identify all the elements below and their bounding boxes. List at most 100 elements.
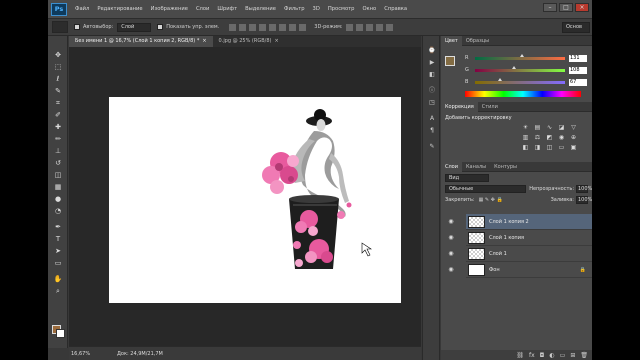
green-thumb[interactable] bbox=[512, 65, 516, 69]
navigator-icon[interactable]: ◳ bbox=[427, 98, 437, 107]
lock-icons[interactable]: ▦ ✎ ✥ 🔒 bbox=[479, 197, 503, 203]
new-group-icon[interactable]: ▭ bbox=[560, 352, 566, 359]
background-color-swatch[interactable] bbox=[56, 329, 65, 338]
pen-tool-icon[interactable]: ✒ bbox=[52, 222, 64, 232]
dodge-tool-icon[interactable]: ◔ bbox=[52, 206, 64, 216]
3d-slide-icon[interactable] bbox=[375, 23, 383, 31]
red-slider[interactable]: R 131 bbox=[465, 53, 589, 62]
visibility-eye-icon[interactable]: ◉ bbox=[446, 249, 456, 259]
actions-icon[interactable]: ▶ bbox=[427, 58, 437, 67]
opacity-field[interactable]: 100% bbox=[576, 184, 592, 193]
link-layers-icon[interactable]: ⛓ bbox=[516, 352, 524, 359]
new-layer-icon[interactable]: ⊞ bbox=[570, 352, 575, 359]
color-balance-icon[interactable]: ⚖ bbox=[533, 134, 542, 142]
workspace-dropdown[interactable]: Основ bbox=[562, 22, 590, 33]
layer-style-icon[interactable]: fx bbox=[529, 352, 535, 359]
blue-value[interactable]: 67 bbox=[569, 78, 587, 86]
posterize-icon[interactable]: ◨ bbox=[533, 144, 542, 152]
layer-filter-dropdown[interactable]: Вид bbox=[445, 173, 489, 182]
tab-swatches[interactable]: Образцы bbox=[462, 36, 493, 46]
photo-filter-icon[interactable]: ◉ bbox=[557, 134, 566, 142]
3d-pan-icon[interactable] bbox=[365, 23, 373, 31]
green-slider[interactable]: G 108 bbox=[465, 65, 589, 74]
fg-color-chip[interactable] bbox=[445, 56, 455, 66]
visibility-eye-icon[interactable]: ◉ bbox=[446, 233, 456, 243]
layer-row[interactable]: ◉ Слой 1 bbox=[448, 246, 592, 262]
properties-icon[interactable]: ◧ bbox=[427, 70, 437, 79]
crop-tool-icon[interactable]: ⌗ bbox=[52, 98, 64, 108]
layer-name[interactable]: Слой 1 копия bbox=[489, 235, 524, 241]
document-canvas[interactable] bbox=[109, 97, 401, 303]
visibility-eye-icon[interactable]: ◉ bbox=[446, 217, 456, 227]
visibility-eye-icon[interactable]: ◉ bbox=[446, 265, 456, 275]
close-button[interactable]: × bbox=[575, 3, 589, 12]
add-mask-icon[interactable]: ◘ bbox=[540, 352, 545, 359]
tool-preset-picker[interactable] bbox=[52, 21, 68, 33]
healing-tool-icon[interactable]: ✚ bbox=[52, 122, 64, 132]
zoom-tool-icon[interactable]: ⌕ bbox=[52, 286, 64, 296]
brush-tool-icon[interactable]: ✏ bbox=[52, 134, 64, 144]
tab-paths[interactable]: Контуры bbox=[490, 162, 521, 172]
green-track[interactable] bbox=[475, 65, 565, 72]
paragraph-icon[interactable]: ¶ bbox=[427, 126, 437, 135]
color-swatch-pair[interactable] bbox=[445, 56, 459, 71]
tab-styles[interactable]: Стили bbox=[478, 102, 502, 112]
blend-mode-dropdown[interactable]: Обычные bbox=[445, 184, 527, 193]
color-spectrum[interactable] bbox=[465, 91, 581, 97]
type-tool-icon[interactable]: T bbox=[52, 234, 64, 244]
menu-3d[interactable]: 3D bbox=[309, 6, 324, 12]
lasso-tool-icon[interactable]: ℓ bbox=[52, 74, 64, 84]
red-thumb[interactable] bbox=[520, 53, 524, 57]
align-bottom-icon[interactable] bbox=[249, 23, 257, 31]
tab-layers[interactable]: Слои bbox=[441, 161, 462, 172]
layer-name[interactable]: Фон bbox=[489, 267, 500, 273]
menu-window[interactable]: Окно bbox=[358, 6, 380, 12]
tab-color[interactable]: Цвет bbox=[441, 35, 462, 46]
align-top-icon[interactable] bbox=[229, 23, 237, 31]
green-value[interactable]: 108 bbox=[569, 66, 587, 74]
menu-filter[interactable]: Фильтр bbox=[280, 6, 309, 12]
move-tool-icon[interactable]: ✥ bbox=[52, 50, 64, 60]
menu-view[interactable]: Просмотр bbox=[324, 6, 359, 12]
fill-field[interactable]: 100% bbox=[576, 195, 592, 204]
layer-name[interactable]: Слой 1 bbox=[489, 251, 507, 257]
menu-type[interactable]: Шрифт bbox=[213, 6, 241, 12]
maximize-button[interactable]: □ bbox=[559, 3, 573, 12]
marquee-tool-icon[interactable]: ⬚ bbox=[52, 62, 64, 72]
distribute-h-icon[interactable] bbox=[299, 23, 307, 31]
gradient-map-icon[interactable]: ▭ bbox=[557, 144, 566, 152]
3d-roll-icon[interactable] bbox=[355, 23, 363, 31]
character-icon[interactable]: A bbox=[427, 114, 437, 123]
adjustment-layer-icon[interactable]: ◐ bbox=[549, 352, 554, 359]
history-brush-tool-icon[interactable]: ↺ bbox=[52, 158, 64, 168]
hand-tool-icon[interactable]: ✋ bbox=[52, 274, 64, 284]
zoom-level[interactable]: 16,67% bbox=[69, 351, 101, 357]
layer-row[interactable]: ◉ Фон 🔒 bbox=[448, 262, 592, 278]
align-right-icon[interactable] bbox=[279, 23, 287, 31]
gradient-tool-icon[interactable]: ▦ bbox=[52, 182, 64, 192]
shape-tool-icon[interactable]: ▭ bbox=[52, 258, 64, 268]
canvas-area[interactable] bbox=[69, 47, 421, 346]
3d-scale-icon[interactable] bbox=[385, 23, 393, 31]
invert-icon[interactable]: ◧ bbox=[521, 144, 530, 152]
blue-thumb[interactable] bbox=[498, 77, 502, 81]
tab-untitled-1[interactable]: Без имени 1 @ 16,7% (Слой 1 копия 2, RGB… bbox=[69, 36, 213, 47]
threshold-icon[interactable]: ◫ bbox=[545, 144, 554, 152]
close-tab-icon[interactable]: × bbox=[202, 36, 206, 47]
brush-presets-icon[interactable]: ✎ bbox=[427, 142, 437, 151]
tab-0-jpg[interactable]: 0.jpg @ 25% (RGB/8) × bbox=[213, 36, 285, 47]
quick-select-tool-icon[interactable]: ✎ bbox=[52, 86, 64, 96]
autoselect-checkbox[interactable] bbox=[74, 24, 80, 30]
vibrance-icon[interactable]: ▽ bbox=[569, 124, 578, 132]
history-icon[interactable]: ⌚ bbox=[427, 46, 437, 55]
hue-saturation-icon[interactable]: ▥ bbox=[521, 134, 530, 142]
layer-row[interactable]: ◉ Слой 1 копия 2 bbox=[448, 214, 592, 230]
channel-mixer-icon[interactable]: ⊕ bbox=[569, 134, 578, 142]
3d-rotate-icon[interactable] bbox=[345, 23, 353, 31]
info-icon[interactable]: ⓘ bbox=[427, 86, 437, 95]
eraser-tool-icon[interactable]: ◫ bbox=[52, 170, 64, 180]
delete-layer-icon[interactable]: 🗑 bbox=[580, 352, 588, 359]
tab-channels[interactable]: Каналы bbox=[462, 162, 490, 172]
menu-help[interactable]: Справка bbox=[380, 6, 411, 12]
blue-slider[interactable]: B 67 bbox=[465, 77, 589, 86]
